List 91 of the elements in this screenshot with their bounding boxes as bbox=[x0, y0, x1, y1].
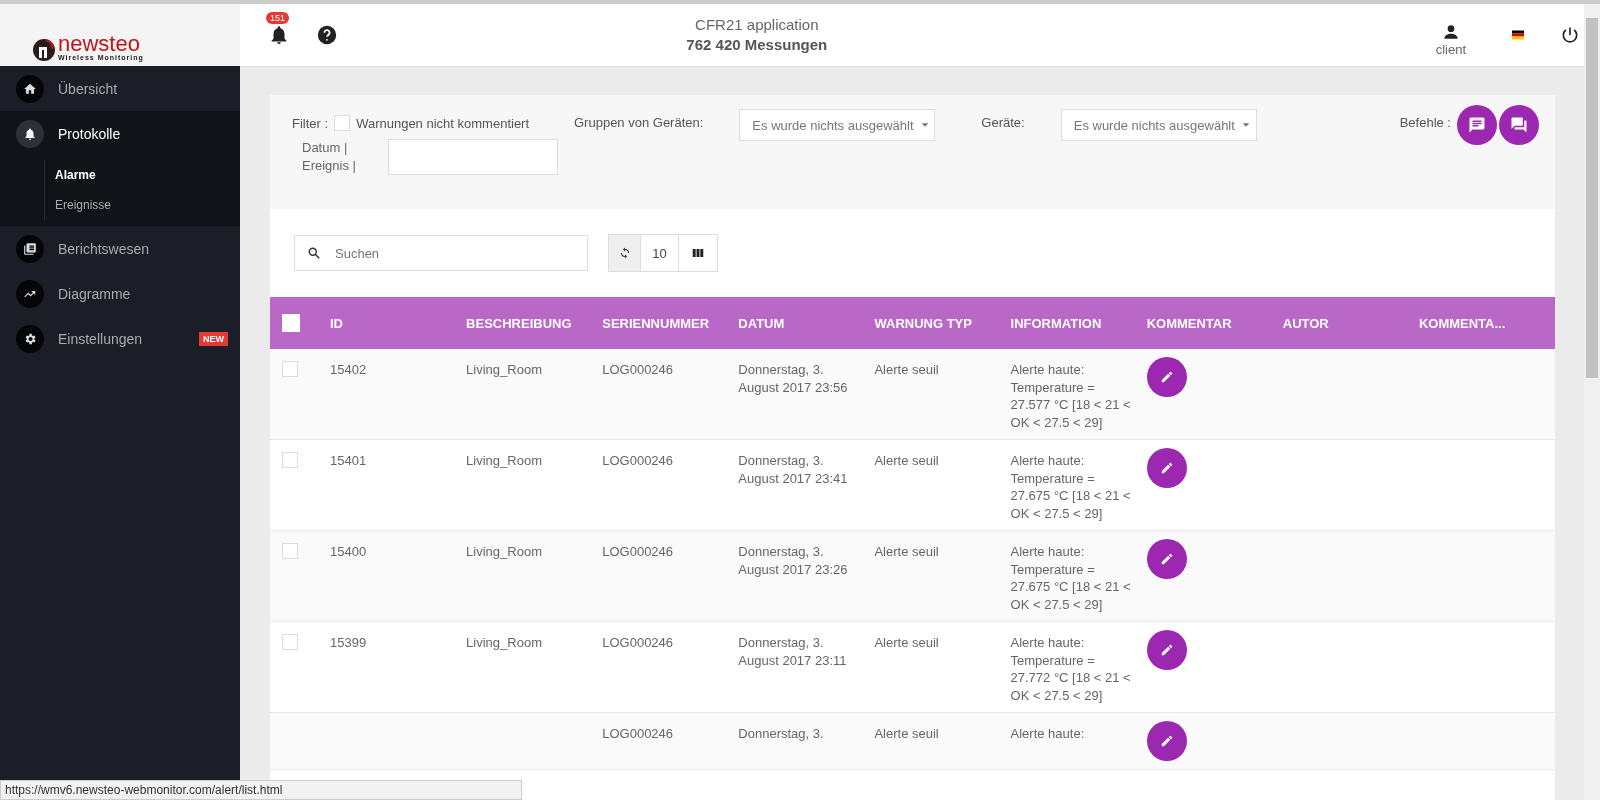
sidebar-item[interactable]: Protokolle bbox=[0, 111, 240, 156]
table-cell: Living_Room bbox=[466, 635, 542, 650]
search-field[interactable]: Suchen bbox=[294, 235, 588, 271]
checkbox-label: Warnungen nicht kommentiert bbox=[356, 115, 530, 131]
table-cell: LOG000246 bbox=[602, 726, 674, 741]
table-cell: Alerte haute: Temperature = 27.772 °C [18 < 21 < OK < 27.5 < 29] bbox=[1010, 635, 1131, 703]
table-cell: Donnerstag, 3. August 2017 23:41 bbox=[738, 453, 848, 486]
table-cell: LOG000246 bbox=[602, 453, 674, 468]
help-icon[interactable] bbox=[316, 24, 338, 46]
column-header: INFORMATION bbox=[1010, 297, 1147, 349]
sidebar-item[interactable]: Einstellungen NEW bbox=[0, 316, 240, 361]
comment-button[interactable] bbox=[1457, 105, 1497, 145]
notification-count: 151 bbox=[266, 12, 290, 24]
row-checkbox[interactable] bbox=[282, 361, 298, 377]
edit-comment-button[interactable] bbox=[1146, 357, 1187, 397]
german-flag-icon[interactable] bbox=[1510, 29, 1526, 41]
home-icon bbox=[23, 81, 37, 96]
logo-mark-icon bbox=[32, 38, 56, 62]
commands-label: Befehle : bbox=[1399, 115, 1451, 130]
pencil-icon bbox=[1159, 734, 1174, 748]
checkbox[interactable] bbox=[334, 115, 351, 131]
column-header: SERIENNUMMER bbox=[602, 297, 739, 349]
power-icon[interactable] bbox=[1560, 25, 1580, 45]
row-checkbox[interactable] bbox=[282, 543, 298, 559]
sidebar-item[interactable]: Übersicht bbox=[0, 66, 240, 111]
table-cell: Alerte seuil bbox=[874, 635, 939, 650]
table-cell: Donnerstag, 3. bbox=[738, 726, 824, 741]
table-cell: LOG000246 bbox=[602, 544, 674, 559]
sidebar-item[interactable]: Berichtswesen bbox=[0, 226, 240, 271]
column-header: DATUM bbox=[738, 297, 875, 349]
table-cell: Alerte seuil bbox=[874, 544, 939, 559]
column-header: ID bbox=[330, 297, 467, 349]
newspaper-icon bbox=[23, 241, 37, 256]
table-cell: 15399 bbox=[330, 635, 367, 650]
row-checkbox[interactable] bbox=[282, 634, 298, 650]
table-cell: Living_Room bbox=[466, 453, 542, 468]
table-cell: LOG000246 bbox=[602, 362, 674, 377]
column-header: WARNUNG TYP bbox=[874, 297, 1011, 349]
pencil-icon bbox=[1159, 370, 1174, 384]
devices-label: Geräte: bbox=[981, 115, 1025, 130]
search-icon bbox=[307, 246, 321, 260]
new-badge: NEW bbox=[199, 331, 228, 346]
filter-label: Filter : bbox=[292, 115, 329, 131]
user-menu[interactable]: client bbox=[1435, 13, 1466, 57]
date-field[interactable] bbox=[388, 139, 558, 175]
table-cell: LOG000246 bbox=[602, 635, 674, 650]
table-cell: Donnerstag, 3. August 2017 23:11 bbox=[738, 635, 847, 668]
columns-icon bbox=[691, 246, 705, 260]
column-header: BESCHREIBUNG bbox=[466, 297, 603, 349]
edit-comment-button[interactable] bbox=[1146, 448, 1187, 488]
table-cell: Alerte haute: Temperature = 27.577 °C [18 < 21 < OK < 27.5 < 29] bbox=[1010, 362, 1131, 430]
table-cell: Alerte haute: bbox=[1010, 726, 1085, 741]
logo-wordmark: newsteo bbox=[58, 34, 140, 54]
table-cell: Alerte haute: Temperature = 27.675 °C [18 < 21 < OK < 27.5 < 29] bbox=[1010, 453, 1131, 521]
device-groups-dropdown[interactable]: Es wurde nichts ausgewählt bbox=[739, 109, 936, 141]
row-checkbox[interactable] bbox=[282, 452, 298, 468]
app-title: CFR21 application bbox=[695, 16, 819, 33]
edit-comment-button[interactable] bbox=[1146, 721, 1187, 761]
column-header: KOMMENTA... bbox=[1418, 297, 1555, 349]
table-cell: Donnerstag, 3. August 2017 23:56 bbox=[738, 362, 848, 395]
table-cell: Alerte seuil bbox=[874, 726, 939, 741]
chat-icon bbox=[1468, 116, 1486, 134]
settings-icon bbox=[23, 331, 37, 346]
edit-comment-button[interactable] bbox=[1146, 630, 1187, 670]
table-cell: Alerte haute: Temperature = 27.675 °C [18 < 21 < OK < 27.5 < 29] bbox=[1010, 544, 1131, 612]
measurement-count: 762 420 Messungen bbox=[685, 35, 829, 55]
chat-bubbles-icon bbox=[1510, 116, 1528, 134]
scrollbar[interactable] bbox=[1584, 4, 1600, 800]
select-all-checkbox[interactable] bbox=[282, 314, 300, 332]
bell-icon bbox=[23, 126, 37, 141]
table-cell: Alerte seuil bbox=[874, 453, 939, 468]
pencil-icon bbox=[1159, 552, 1174, 566]
table-cell: Donnerstag, 3. August 2017 23:26 bbox=[738, 544, 848, 577]
device-groups-label: Gruppen von Geräten: bbox=[574, 115, 704, 130]
status-url: https://wmv6.newsteo-webmonitor.com/alert/list.html bbox=[0, 780, 522, 800]
comments-button[interactable] bbox=[1499, 105, 1539, 145]
column-header: KOMMENTAR bbox=[1146, 297, 1283, 349]
pencil-icon bbox=[1159, 461, 1174, 475]
table-cell: 15401 bbox=[330, 453, 367, 468]
edit-comment-button[interactable] bbox=[1146, 539, 1187, 579]
column-header: AUTOR bbox=[1282, 297, 1419, 349]
pencil-icon bbox=[1159, 643, 1174, 657]
table-cell: 15400 bbox=[330, 544, 367, 559]
table-cell: Living_Room bbox=[466, 362, 542, 377]
devices-dropdown[interactable]: Es wurde nichts ausgewählt bbox=[1060, 109, 1257, 141]
sidebar-item[interactable]: Diagramme bbox=[0, 271, 240, 316]
date-event-label: Datum | Ereignis | bbox=[301, 139, 357, 175]
table-cell: Living_Room bbox=[466, 544, 542, 559]
refresh-icon bbox=[618, 247, 631, 259]
table-cell: Alerte seuil bbox=[874, 362, 939, 377]
table-cell: 15402 bbox=[330, 362, 367, 377]
